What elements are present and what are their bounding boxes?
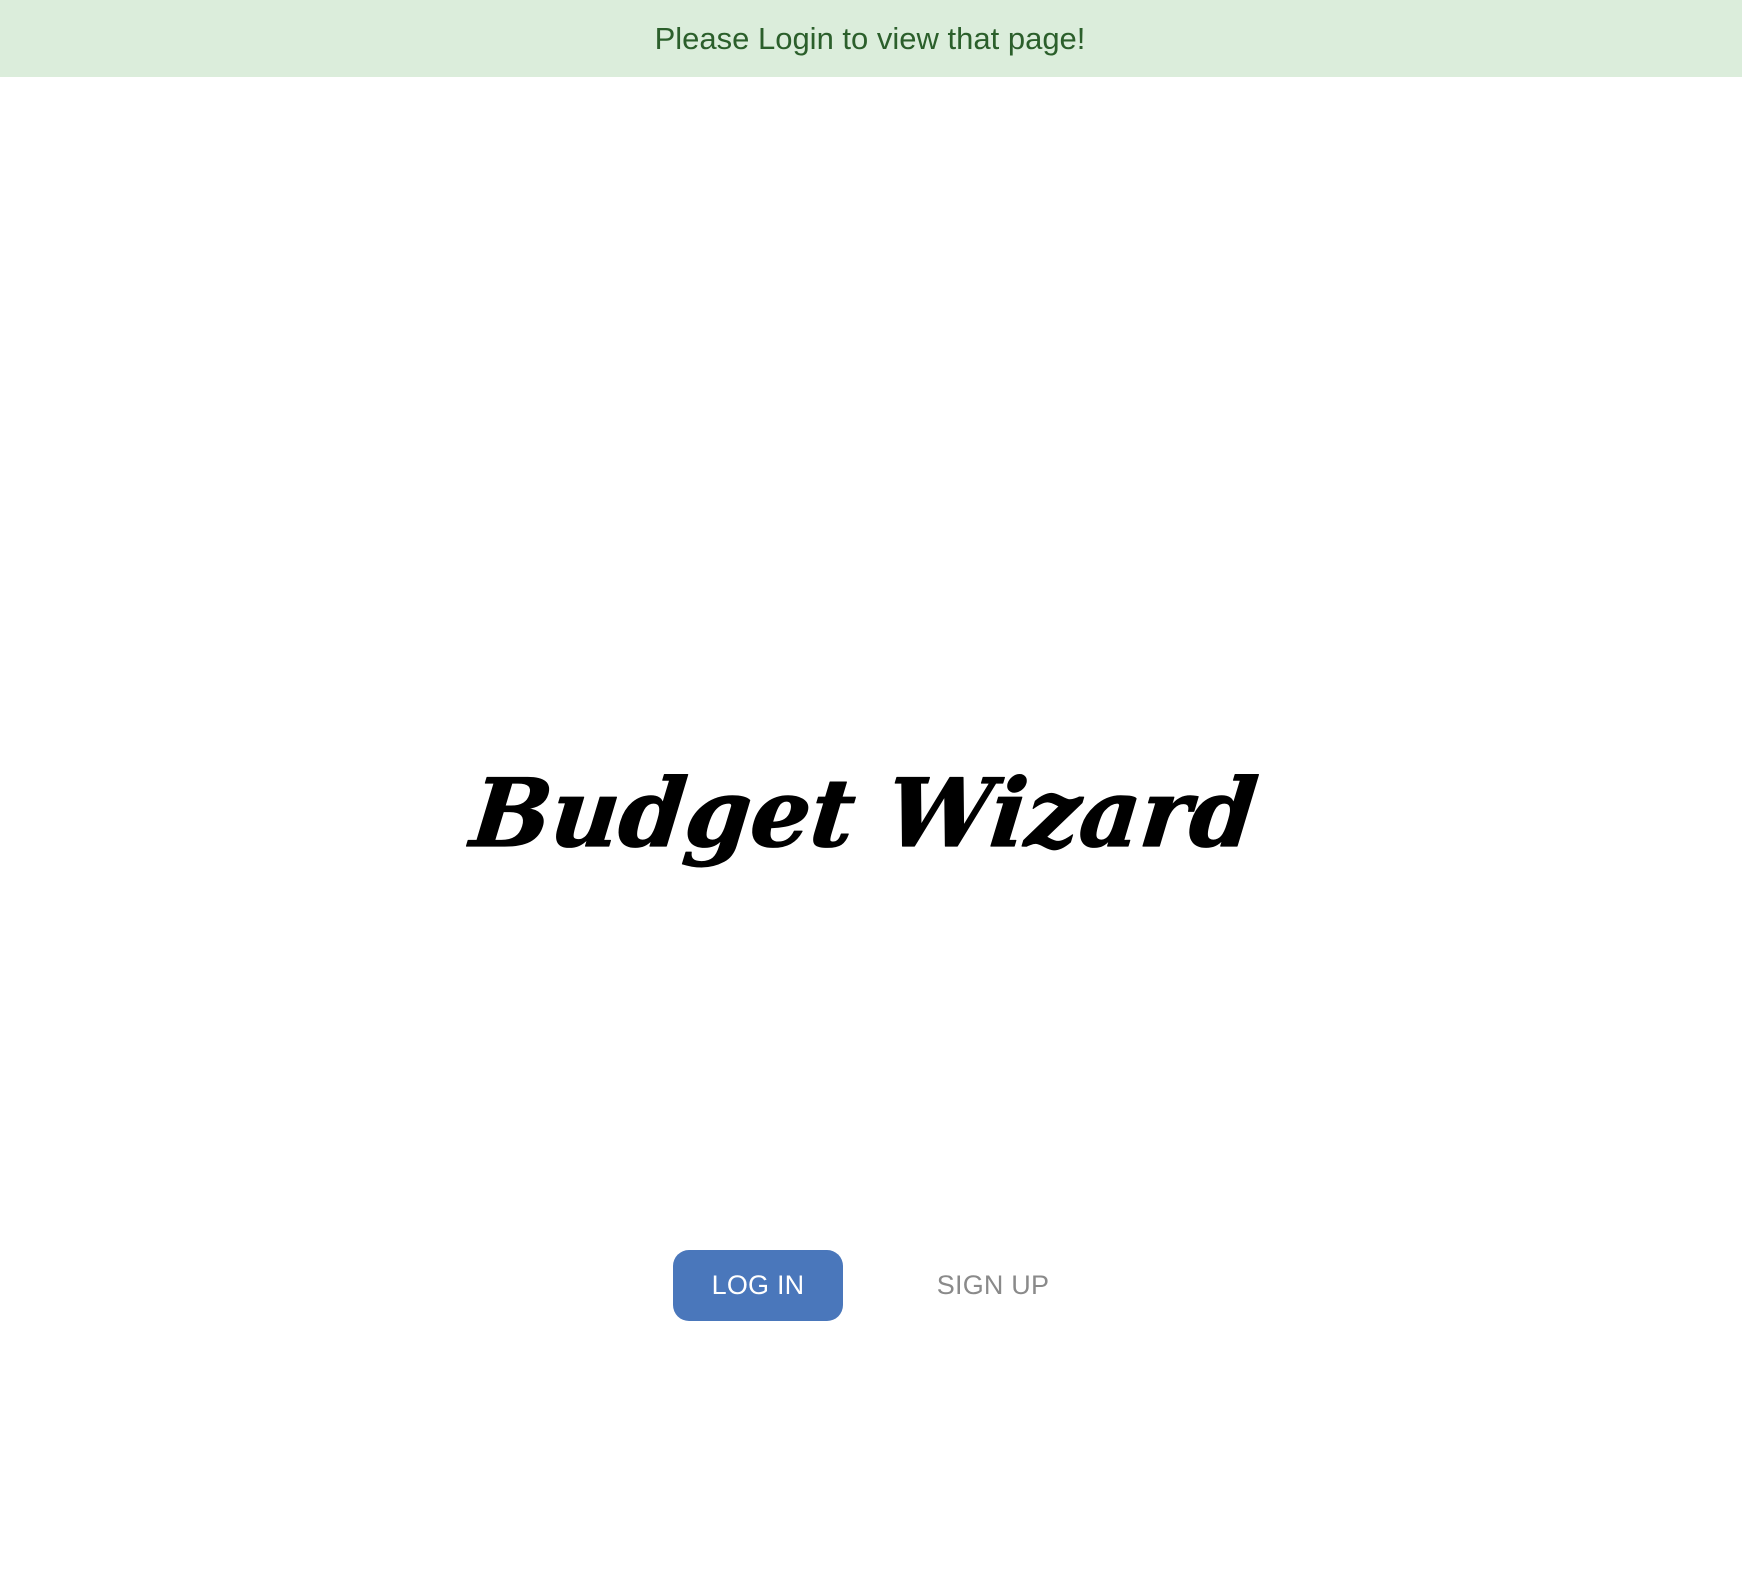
log-in-label: LOG IN: [711, 1270, 805, 1300]
sign-up-link[interactable]: SIGN UP: [900, 1250, 1086, 1321]
log-in-button[interactable]: LOG IN: [673, 1250, 843, 1321]
flash-banner: Please Login to view that page!: [0, 0, 1742, 77]
brand-logo-container: Budget Wizard: [0, 750, 1742, 870]
flash-message: Please Login to view that page!: [654, 21, 1086, 56]
sign-up-label: SIGN UP: [936, 1270, 1050, 1300]
logo-wordmark: Budget Wizard: [463, 759, 1262, 869]
brand-logo: Budget Wizard: [463, 759, 1263, 870]
auth-actions: LOG IN SIGN UP: [0, 1250, 1742, 1321]
